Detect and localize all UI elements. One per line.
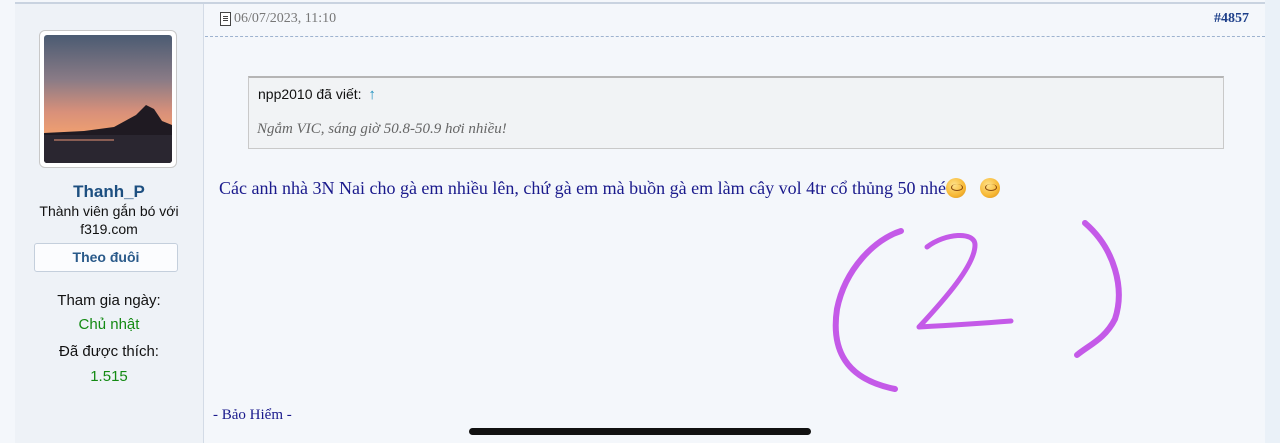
smile-emoji-icon [946, 178, 967, 198]
member-rank: Thành viên gắn bó với f319.com [39, 203, 179, 237]
home-indicator-bar[interactable] [469, 428, 811, 435]
post-header: 06/07/2023, 11:10 #4857 [205, 4, 1265, 37]
quote-text: Ngắm VIC, sáng giờ 50.8-50.9 hơi nhiều! [257, 121, 507, 137]
join-date-label: Tham gia ngày: [57, 292, 161, 309]
post-body: 06/07/2023, 11:10 #4857 npp2010 đã viết:… [205, 4, 1265, 443]
post-message: Các anh nhà 3N Nai cho gà em nhiều lên, … [219, 178, 1001, 199]
likes-value: 1.515 [90, 368, 128, 385]
quote-author: npp2010 đã viết: ↑ [258, 86, 376, 103]
handwritten-annotation-2 [832, 220, 1122, 392]
join-date-value: Chủ nhật [78, 316, 140, 333]
right-edge-strip [1265, 0, 1280, 443]
quote-block: npp2010 đã viết: ↑ Ngắm VIC, sáng giờ 50… [248, 76, 1224, 149]
forum-post-frame: Thanh_P Thành viên gắn bó với f319.com T… [0, 0, 1280, 443]
avatar[interactable] [44, 35, 172, 163]
smile-emoji-icon [980, 178, 1001, 198]
post-date: 06/07/2023, 11:10 [234, 11, 337, 26]
username[interactable]: Thanh_P [15, 182, 203, 202]
avatar-frame[interactable] [39, 30, 177, 168]
author-sidebar: Thanh_P Thành viên gắn bó với f319.com T… [15, 4, 204, 443]
message-text: Các anh nhà 3N Nai cho gà em nhiều lên, … [219, 178, 947, 198]
post-number-link[interactable]: #4857 [1214, 11, 1249, 27]
signature: - Bảo Hiểm - [213, 407, 292, 423]
quote-jump-arrow-icon[interactable]: ↑ [368, 86, 376, 103]
likes-label: Đã được thích: [59, 343, 159, 360]
follow-button[interactable]: Theo đuôi [34, 243, 178, 272]
quote-author-label: npp2010 đã viết: [258, 86, 362, 102]
post-document-icon [220, 12, 231, 26]
